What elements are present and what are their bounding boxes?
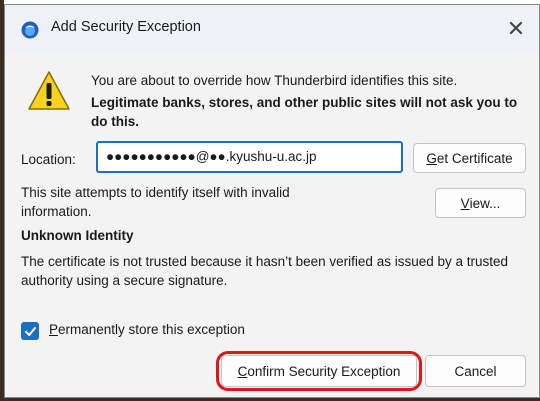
unknown-identity-heading: Unknown Identity	[21, 228, 134, 243]
confirm-label: onfirm Security Exception	[247, 363, 401, 379]
get-certificate-label: et Certificate	[436, 150, 513, 166]
unknown-identity-text: The certificate is not trusted because i…	[21, 254, 509, 288]
window-title: Add Security Exception	[51, 19, 201, 35]
confirm-security-exception-button[interactable]: Confirm Security Exception	[221, 355, 417, 387]
add-security-exception-dialog: Add Security Exception ✕ You are about t…	[4, 4, 540, 398]
get-certificate-button[interactable]: Get Certificate	[413, 143, 526, 173]
view-accesskey: V	[460, 195, 470, 211]
location-label: Location:	[21, 152, 76, 167]
permanent-accesskey: P	[49, 322, 59, 337]
close-icon: ✕	[506, 16, 526, 41]
title-bar[interactable]: Add Security Exception ✕	[5, 5, 539, 53]
permanent-label-text: ermanently store this exception	[58, 322, 245, 337]
permanent-store-checkbox[interactable]	[21, 322, 39, 340]
warning-icon	[28, 71, 70, 110]
view-button[interactable]: View...	[435, 188, 526, 218]
checkmark-icon	[24, 326, 36, 336]
cancel-button[interactable]: Cancel	[425, 355, 526, 387]
confirm-accesskey: C	[237, 363, 248, 379]
close-button[interactable]: ✕	[493, 5, 539, 53]
warning-bold-text: Legitimate banks, stores, and other publ…	[91, 95, 518, 129]
get-certificate-accesskey: G	[426, 150, 437, 166]
thunderbird-icon	[21, 21, 39, 39]
site-identity-message: This site attempts to identify itself wi…	[21, 185, 290, 219]
permanent-store-label[interactable]: Permanently store this exception	[49, 322, 245, 337]
warning-intro-text: You are about to override how Thunderbir…	[91, 73, 458, 88]
view-label: iew...	[469, 195, 501, 211]
location-input[interactable]: ●●●●●●●●●●●@●●.kyushu-u.ac.jp	[96, 141, 403, 173]
